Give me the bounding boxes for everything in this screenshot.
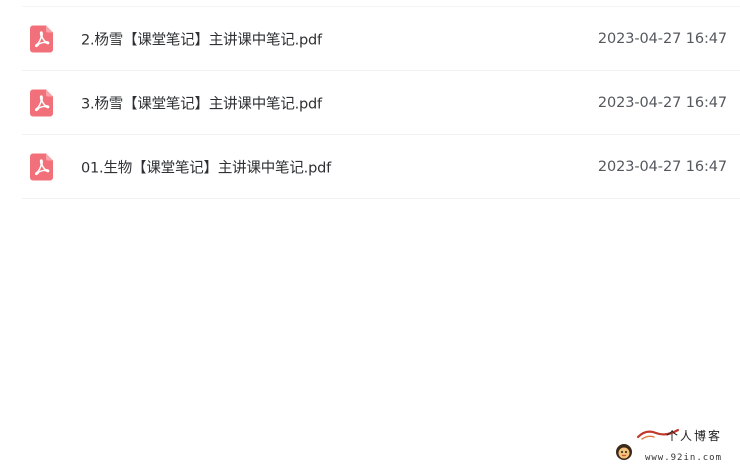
- watermark-title: 个人博客: [665, 429, 722, 443]
- watermark-logo-icon: [614, 441, 634, 461]
- pdf-icon: [30, 153, 53, 180]
- file-row[interactable]: 3.杨雪【课堂笔记】主讲课中笔记.pdf 2023-04-27 16:47: [22, 71, 740, 135]
- file-name[interactable]: 3.杨雪【课堂笔记】主讲课中笔记.pdf: [81, 92, 322, 113]
- watermark-url: www.92in.com: [644, 453, 722, 463]
- file-row[interactable]: 01.生物【课堂笔记】主讲课中笔记.pdf 2023-04-27 16:47: [22, 135, 740, 199]
- file-modified-time: 2023-04-27 16:47: [597, 158, 727, 175]
- pdf-icon: [30, 25, 53, 52]
- file-modified-time: 2023-04-27 16:47: [597, 30, 727, 47]
- file-name[interactable]: 01.生物【课堂笔记】主讲课中笔记.pdf: [81, 156, 331, 177]
- pdf-icon: [30, 89, 53, 116]
- file-row[interactable]: 2.杨雪【课堂笔记】主讲课中笔记.pdf 2023-04-27 16:47: [22, 7, 740, 71]
- watermark: 个人博客 www.92in.com: [614, 427, 726, 463]
- file-list: 2.杨雪【课堂笔记】主讲课中笔记.pdf 2023-04-27 16:47 3.…: [22, 6, 740, 199]
- file-name[interactable]: 2.杨雪【课堂笔记】主讲课中笔记.pdf: [81, 28, 322, 49]
- file-modified-time: 2023-04-27 16:47: [597, 94, 727, 111]
